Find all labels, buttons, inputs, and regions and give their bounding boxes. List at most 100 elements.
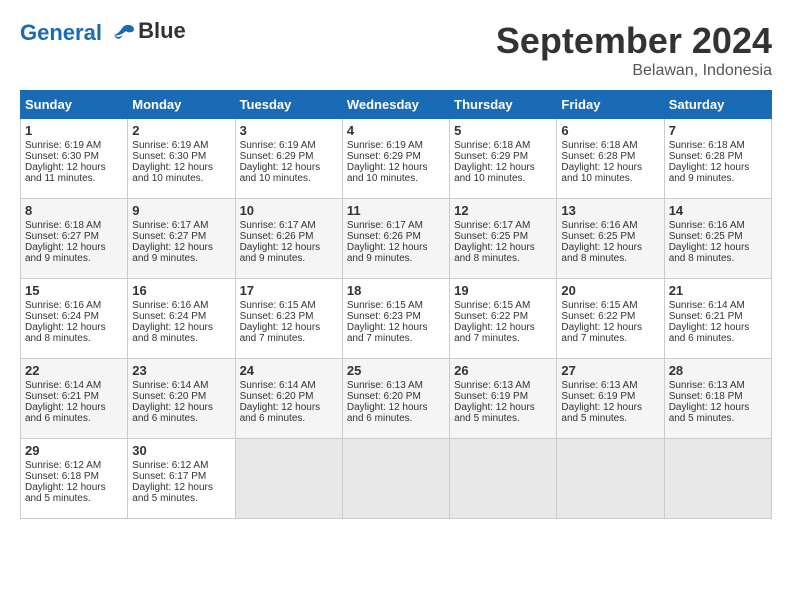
sunset: Sunset: 6:29 PM	[454, 151, 528, 162]
sunset: Sunset: 6:28 PM	[669, 151, 743, 162]
sunset: Sunset: 6:22 PM	[454, 311, 528, 322]
sunrise: Sunrise: 6:18 AM	[454, 140, 530, 151]
day-cell: 3 Sunrise: 6:19 AM Sunset: 6:29 PM Dayli…	[235, 119, 342, 199]
sunrise: Sunrise: 6:13 AM	[347, 380, 423, 391]
day-number: 8	[25, 203, 123, 218]
daylight-label: Daylight: 12 hours and 8 minutes.	[25, 322, 106, 344]
daylight-label: Daylight: 12 hours and 9 minutes.	[25, 242, 106, 264]
daylight-label: Daylight: 12 hours and 6 minutes.	[347, 402, 428, 424]
day-cell: 13 Sunrise: 6:16 AM Sunset: 6:25 PM Dayl…	[557, 199, 664, 279]
day-cell: 15 Sunrise: 6:16 AM Sunset: 6:24 PM Dayl…	[21, 279, 128, 359]
day-number: 26	[454, 363, 552, 378]
daylight-label: Daylight: 12 hours and 5 minutes.	[561, 402, 642, 424]
calendar-table: Sunday Monday Tuesday Wednesday Thursday…	[20, 90, 772, 519]
empty-cell	[557, 439, 664, 519]
sunset: Sunset: 6:27 PM	[132, 231, 206, 242]
sunset: Sunset: 6:30 PM	[132, 151, 206, 162]
daylight-label: Daylight: 12 hours and 5 minutes.	[454, 402, 535, 424]
day-number: 11	[347, 203, 445, 218]
sunset: Sunset: 6:20 PM	[240, 391, 314, 402]
day-number: 15	[25, 283, 123, 298]
sunset: Sunset: 6:19 PM	[561, 391, 635, 402]
sunrise: Sunrise: 6:13 AM	[561, 380, 637, 391]
day-cell: 25 Sunrise: 6:13 AM Sunset: 6:20 PM Dayl…	[342, 359, 449, 439]
sunrise: Sunrise: 6:19 AM	[132, 140, 208, 151]
sunrise: Sunrise: 6:16 AM	[561, 220, 637, 231]
day-number: 3	[240, 123, 338, 138]
sunrise: Sunrise: 6:12 AM	[25, 460, 101, 471]
sunrise: Sunrise: 6:18 AM	[669, 140, 745, 151]
day-cell: 26 Sunrise: 6:13 AM Sunset: 6:19 PM Dayl…	[450, 359, 557, 439]
day-cell: 16 Sunrise: 6:16 AM Sunset: 6:24 PM Dayl…	[128, 279, 235, 359]
day-cell: 12 Sunrise: 6:17 AM Sunset: 6:25 PM Dayl…	[450, 199, 557, 279]
sunrise: Sunrise: 6:19 AM	[240, 140, 316, 151]
daylight-label: Daylight: 12 hours and 6 minutes.	[132, 402, 213, 424]
day-number: 29	[25, 443, 123, 458]
daylight-label: Daylight: 12 hours and 5 minutes.	[669, 402, 750, 424]
sunrise: Sunrise: 6:18 AM	[25, 220, 101, 231]
sunrise: Sunrise: 6:14 AM	[132, 380, 208, 391]
logo-general: General	[20, 20, 102, 45]
daylight-label: Daylight: 12 hours and 8 minutes.	[669, 242, 750, 264]
day-number: 17	[240, 283, 338, 298]
day-cell: 28 Sunrise: 6:13 AM Sunset: 6:18 PM Dayl…	[664, 359, 771, 439]
title-block: September 2024 Belawan, Indonesia	[496, 20, 772, 80]
page-header: General Blue September 2024 Belawan, Ind…	[20, 20, 772, 80]
daylight-label: Daylight: 12 hours and 6 minutes.	[25, 402, 106, 424]
header-wednesday: Wednesday	[342, 91, 449, 119]
header-sunday: Sunday	[21, 91, 128, 119]
sunset: Sunset: 6:26 PM	[240, 231, 314, 242]
day-cell: 19 Sunrise: 6:15 AM Sunset: 6:22 PM Dayl…	[450, 279, 557, 359]
sunrise: Sunrise: 6:17 AM	[347, 220, 423, 231]
day-cell: 18 Sunrise: 6:15 AM Sunset: 6:23 PM Dayl…	[342, 279, 449, 359]
daylight-label: Daylight: 12 hours and 7 minutes.	[454, 322, 535, 344]
header-friday: Friday	[557, 91, 664, 119]
daylight-label: Daylight: 12 hours and 7 minutes.	[347, 322, 428, 344]
sunset: Sunset: 6:28 PM	[561, 151, 635, 162]
day-cell: 21 Sunrise: 6:14 AM Sunset: 6:21 PM Dayl…	[664, 279, 771, 359]
day-number: 13	[561, 203, 659, 218]
day-number: 6	[561, 123, 659, 138]
sunset: Sunset: 6:27 PM	[25, 231, 99, 242]
sunset: Sunset: 6:23 PM	[240, 311, 314, 322]
daylight-label: Daylight: 12 hours and 9 minutes.	[347, 242, 428, 264]
day-number: 28	[669, 363, 767, 378]
sunset: Sunset: 6:30 PM	[25, 151, 99, 162]
day-number: 23	[132, 363, 230, 378]
day-cell: 5 Sunrise: 6:18 AM Sunset: 6:29 PM Dayli…	[450, 119, 557, 199]
sunset: Sunset: 6:29 PM	[347, 151, 421, 162]
daylight-label: Daylight: 12 hours and 10 minutes.	[132, 162, 213, 184]
day-cell: 14 Sunrise: 6:16 AM Sunset: 6:25 PM Dayl…	[664, 199, 771, 279]
day-number: 22	[25, 363, 123, 378]
sunrise: Sunrise: 6:17 AM	[132, 220, 208, 231]
day-number: 30	[132, 443, 230, 458]
day-cell: 9 Sunrise: 6:17 AM Sunset: 6:27 PM Dayli…	[128, 199, 235, 279]
daylight-label: Daylight: 12 hours and 10 minutes.	[347, 162, 428, 184]
sunrise: Sunrise: 6:16 AM	[669, 220, 745, 231]
empty-cell	[450, 439, 557, 519]
day-cell: 20 Sunrise: 6:15 AM Sunset: 6:22 PM Dayl…	[557, 279, 664, 359]
sunset: Sunset: 6:22 PM	[561, 311, 635, 322]
day-cell: 17 Sunrise: 6:15 AM Sunset: 6:23 PM Dayl…	[235, 279, 342, 359]
day-number: 25	[347, 363, 445, 378]
sunset: Sunset: 6:18 PM	[669, 391, 743, 402]
day-cell: 10 Sunrise: 6:17 AM Sunset: 6:26 PM Dayl…	[235, 199, 342, 279]
header-thursday: Thursday	[450, 91, 557, 119]
empty-cell	[342, 439, 449, 519]
day-number: 4	[347, 123, 445, 138]
day-number: 24	[240, 363, 338, 378]
day-cell: 27 Sunrise: 6:13 AM Sunset: 6:19 PM Dayl…	[557, 359, 664, 439]
day-cell: 4 Sunrise: 6:19 AM Sunset: 6:29 PM Dayli…	[342, 119, 449, 199]
sunset: Sunset: 6:19 PM	[454, 391, 528, 402]
daylight-label: Daylight: 12 hours and 6 minutes.	[240, 402, 321, 424]
daylight-label: Daylight: 12 hours and 8 minutes.	[454, 242, 535, 264]
daylight-label: Daylight: 12 hours and 9 minutes.	[240, 242, 321, 264]
sunset: Sunset: 6:18 PM	[25, 471, 99, 482]
sunset: Sunset: 6:17 PM	[132, 471, 206, 482]
day-cell: 8 Sunrise: 6:18 AM Sunset: 6:27 PM Dayli…	[21, 199, 128, 279]
empty-cell	[235, 439, 342, 519]
sunset: Sunset: 6:20 PM	[347, 391, 421, 402]
location: Belawan, Indonesia	[496, 62, 772, 80]
sunset: Sunset: 6:23 PM	[347, 311, 421, 322]
logo-blue: Blue	[138, 18, 186, 44]
